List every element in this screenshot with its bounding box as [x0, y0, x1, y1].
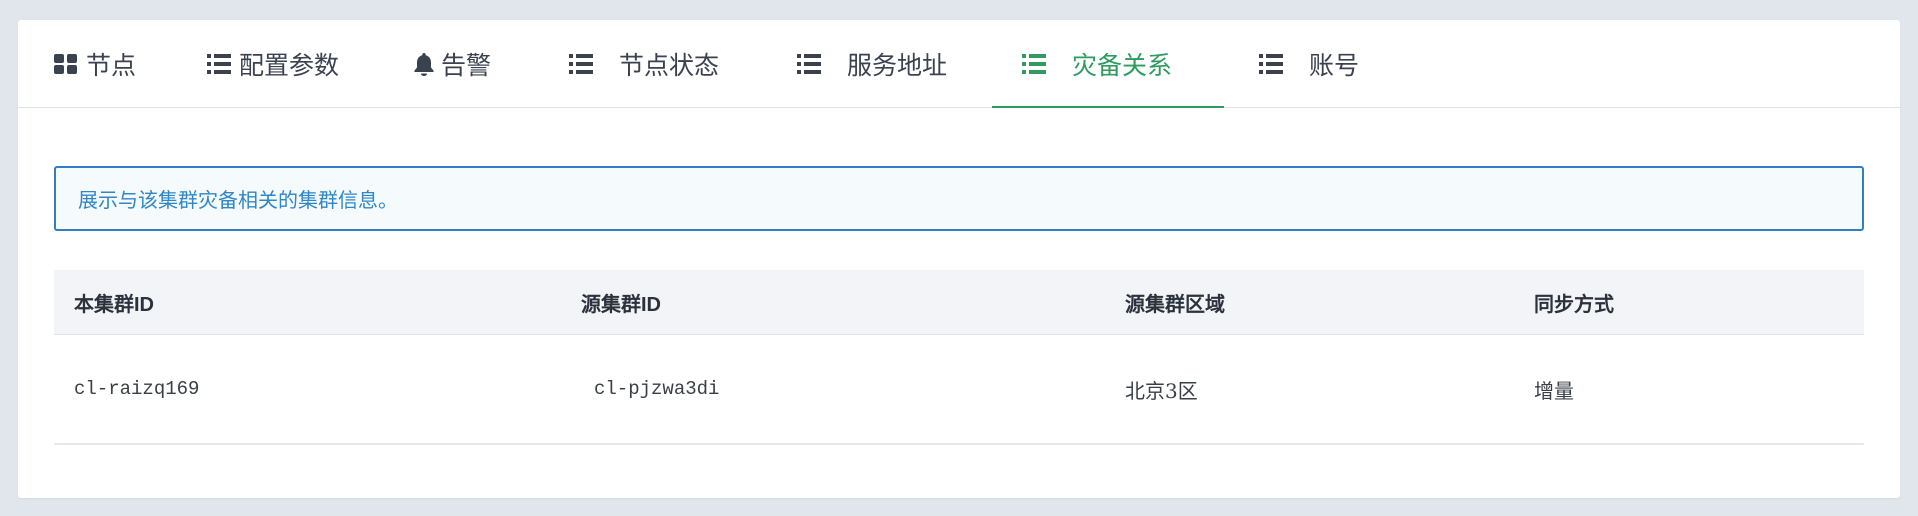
tab-node-status[interactable]: 节点状态: [569, 20, 719, 107]
cell-source-region: 北京3区: [1125, 378, 1198, 403]
tab-disaster-recovery[interactable]: 灾备关系: [992, 20, 1224, 108]
grid-icon: [54, 53, 78, 74]
list-icon: [207, 53, 231, 74]
list-icon: [569, 53, 593, 74]
detail-panel: 节点 配置参数 告警 节点状态 服务地址 灾备关系 账号 展示与该集群灾备相关的…: [18, 20, 1900, 498]
list-icon: [797, 53, 821, 74]
tab-label: 节点: [86, 51, 137, 80]
table-row: cl-raizq169 cl-pjzwa3di 北京3区 增量: [54, 335, 1864, 445]
tab-label: 服务地址: [847, 51, 948, 80]
tab-label: 配置参数: [239, 51, 340, 80]
tab-alerts[interactable]: 告警: [413, 20, 491, 107]
tab-nodes[interactable]: 节点: [54, 20, 136, 107]
column-header-cluster-id: 本集群ID: [74, 293, 154, 316]
column-header-sync-mode: 同步方式: [1534, 293, 1614, 316]
column-header-source-cluster-id: 源集群ID: [581, 293, 661, 316]
tab-config-params[interactable]: 配置参数: [207, 20, 339, 107]
table-header: 本集群ID 源集群ID 源集群区域 同步方式: [54, 270, 1864, 335]
column-header-source-region: 源集群区域: [1125, 293, 1225, 316]
tab-accounts[interactable]: 账号: [1259, 20, 1359, 107]
tab-label: 账号: [1309, 51, 1360, 80]
tab-label: 节点状态: [619, 51, 720, 80]
cell-sync-mode: 增量: [1534, 378, 1574, 403]
cell-cluster-id: cl-raizq169: [74, 378, 200, 400]
dr-table: 本集群ID 源集群ID 源集群区域 同步方式 cl-raizq169 cl-pj…: [54, 270, 1864, 445]
tab-bar: 节点 配置参数 告警 节点状态 服务地址 灾备关系 账号: [18, 20, 1900, 108]
list-icon: [1259, 53, 1283, 74]
list-icon: [1022, 53, 1046, 74]
info-notice-text: 展示与该集群灾备相关的集群信息。: [78, 190, 398, 212]
info-notice: 展示与该集群灾备相关的集群信息。: [54, 166, 1864, 231]
tab-service-address[interactable]: 服务地址: [797, 20, 947, 107]
bell-icon: [413, 52, 435, 76]
cell-source-cluster-id: cl-pjzwa3di: [594, 378, 720, 400]
tab-label: 告警: [441, 51, 492, 80]
tab-label: 灾备关系: [1072, 51, 1173, 80]
